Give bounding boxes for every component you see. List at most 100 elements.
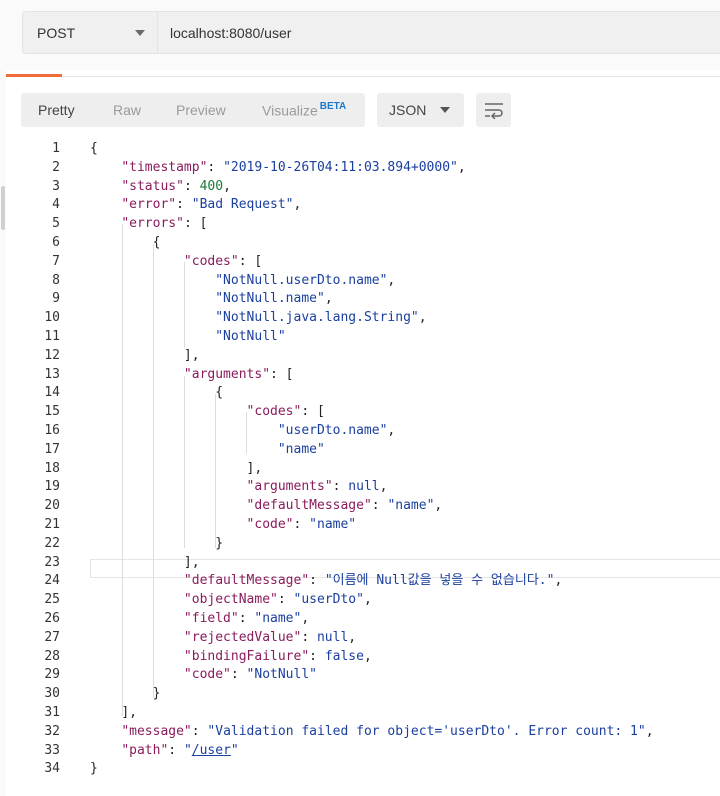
code-text: "objectName": "userDto",: [183, 592, 372, 608]
code-line: 2 "timestamp": "2019-10-26T04:11:03.894+…: [0, 159, 720, 178]
code-line: 21 "code": "name": [0, 516, 720, 535]
url-input[interactable]: localhost:8080/user: [157, 11, 720, 54]
code-text: ],: [121, 705, 137, 720]
code-line: 15 "codes": [: [0, 403, 720, 422]
code-line: 18 ],: [0, 460, 720, 479]
code-line: 16 "userDto.name",: [0, 422, 720, 441]
code-text: "defaultMessage": "이름에 Null값을 넣을 수 없습니다.…: [183, 573, 563, 589]
code-line: 6 {: [0, 234, 720, 253]
code-text: "message": "Validation failed for object…: [121, 723, 654, 739]
code-text: "field": "name",: [183, 611, 310, 626]
line-number: 3: [52, 178, 60, 194]
code-line: 22 }: [0, 535, 720, 554]
tab-visualize[interactable]: Visualize BETA: [262, 101, 347, 119]
code-text: "codes": [: [183, 253, 263, 269]
code-line: 3 "status": 400,: [0, 178, 720, 197]
line-number: 2: [52, 159, 60, 175]
line-number: 30: [44, 686, 60, 702]
chevron-down-icon: [440, 107, 450, 113]
line-number: 14: [44, 385, 60, 401]
code-text: "defaultMessage": "name",: [246, 498, 443, 514]
line-number: 22: [44, 535, 60, 551]
line-number: 19: [44, 479, 60, 495]
response-body[interactable]: 1{2 "timestamp": "2019-10-26T04:11:03.89…: [0, 140, 720, 780]
line-number: 4: [52, 197, 60, 213]
tab-raw[interactable]: Raw: [113, 102, 141, 118]
code-line: 32 "message": "Validation failed for obj…: [0, 723, 720, 742]
code-text: "codes": [: [246, 404, 325, 420]
code-text: }: [215, 535, 224, 551]
code-text: "NotNull.name",: [215, 291, 333, 307]
code-text: ],: [183, 347, 200, 363]
code-line: 7 "codes": [: [0, 253, 720, 272]
code-line: 29 "code": "NotNull": [0, 666, 720, 685]
divider: [62, 76, 720, 77]
line-number: 11: [44, 329, 60, 344]
code-line: 5 "errors": [: [0, 215, 720, 234]
path-link[interactable]: /user: [192, 743, 231, 758]
wrap-icon: [485, 103, 503, 119]
code-line: 19 "arguments": null,: [0, 478, 720, 497]
line-number: 7: [52, 253, 60, 269]
line-number: 32: [44, 723, 60, 739]
code-text: "error": "Bad Request",: [121, 197, 302, 213]
line-number: 12: [44, 347, 60, 363]
code-text: "rejectedValue": null,: [183, 629, 357, 645]
line-number: 28: [44, 648, 60, 664]
code-text: "NotNull.java.lang.String",: [215, 310, 427, 326]
code-line: 26 "field": "name",: [0, 610, 720, 629]
code-line: 13 "arguments": [: [0, 366, 720, 385]
tab-pretty[interactable]: Pretty: [38, 102, 75, 118]
format-label: JSON: [389, 102, 427, 118]
code-line: 31 ],: [0, 704, 720, 723]
line-number: 10: [44, 310, 60, 326]
code-text: }: [90, 761, 98, 777]
code-text: "code": "NotNull": [183, 667, 317, 683]
code-line: 24 "defaultMessage": "이름에 Null값을 넣을 수 없습…: [0, 572, 720, 591]
code-line: 4 "error": "Bad Request",: [0, 196, 720, 215]
code-text: ],: [246, 460, 263, 476]
view-mode-group: Pretty Raw Preview Visualize BETA: [21, 93, 365, 127]
code-line: 30 }: [0, 685, 720, 704]
tab-preview[interactable]: Preview: [176, 102, 226, 118]
code-text: ],: [183, 554, 200, 570]
code-line: 33 "path": "/user": [0, 742, 720, 761]
code-line: 8 "NotNull.userDto.name",: [0, 272, 720, 291]
line-number: 8: [52, 272, 60, 288]
line-number: 23: [44, 554, 60, 570]
code-line: 12 ],: [0, 347, 720, 366]
code-line: 1{: [0, 140, 720, 159]
code-line: 11 "NotNull": [0, 328, 720, 347]
format-select[interactable]: JSON: [377, 93, 464, 127]
code-text: "arguments": null,: [246, 479, 388, 495]
code-text: "status": 400,: [121, 178, 231, 194]
code-text: "userDto.name",: [277, 423, 396, 438]
code-line: 14 {: [0, 384, 720, 403]
line-number: 15: [44, 404, 60, 420]
method-label: POST: [37, 24, 76, 41]
code-text: }: [152, 686, 161, 702]
code-line: 17 "name": [0, 441, 720, 460]
code-text: {: [215, 385, 224, 401]
line-number: 6: [52, 235, 60, 250]
line-number: 33: [44, 742, 60, 758]
code-line: 28 "bindingFailure": false,: [0, 648, 720, 667]
line-number: 5: [52, 216, 60, 232]
line-number: 9: [52, 291, 60, 307]
line-number: 18: [44, 460, 60, 476]
line-number: 16: [44, 423, 60, 438]
beta-badge: BETA: [319, 101, 347, 112]
active-tab-indicator: [6, 74, 62, 77]
code-text: {: [152, 235, 161, 250]
line-number: 20: [44, 498, 60, 514]
line-number: 34: [44, 761, 60, 777]
code-line: 23 ],: [0, 554, 720, 573]
chevron-down-icon: [135, 30, 145, 36]
wrap-lines-button[interactable]: [476, 93, 511, 127]
code-line: 20 "defaultMessage": "name",: [0, 497, 720, 516]
method-select[interactable]: POST: [22, 11, 157, 54]
code-line: 25 "objectName": "userDto",: [0, 591, 720, 610]
tab-visualize-label: Visualize: [262, 102, 318, 119]
request-bar: POST localhost:8080/user: [6, 0, 720, 70]
line-number: 29: [44, 667, 60, 683]
